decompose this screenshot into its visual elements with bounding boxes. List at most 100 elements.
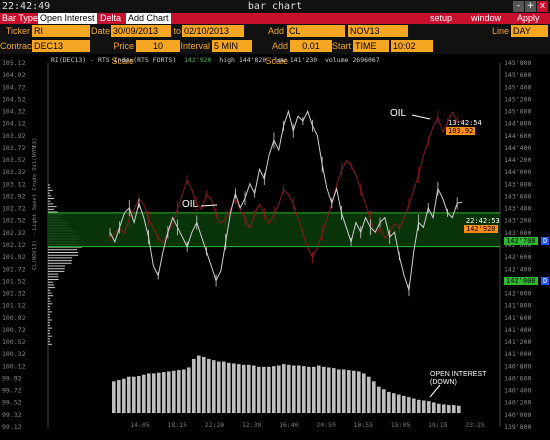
open-interest-bar — [217, 361, 221, 413]
right-axis-tick-label: 144'200 — [504, 156, 531, 164]
left-axis-tick-label: 104.52 — [2, 95, 26, 103]
open-interest-bar — [337, 369, 341, 413]
left-axis-tick-label: 100.12 — [2, 362, 26, 370]
open-interest-bar — [282, 364, 286, 413]
open-interest-bar — [187, 367, 191, 413]
date-from-input[interactable]: 30/09/2013 — [111, 25, 171, 37]
minimize-button[interactable]: - — [513, 1, 524, 12]
band-bottom-tag: 142'000 — [504, 277, 538, 285]
left-axis-tick-label: 99.12 — [2, 423, 22, 431]
left-axis-tick-label: 102.92 — [2, 192, 26, 200]
open-interest-bar — [292, 365, 296, 413]
open-interest-bar — [327, 367, 331, 413]
open-interest-bar — [297, 365, 301, 413]
open-interest-bar — [182, 369, 186, 413]
maximize-button[interactable]: + — [525, 1, 536, 12]
close-button[interactable]: x — [537, 1, 548, 12]
date-to-input[interactable]: 02/10/2013 — [182, 25, 244, 37]
open-interest-bar — [227, 362, 231, 413]
add-scale-input[interactable]: 0.01 — [290, 40, 332, 52]
title-bar[interactable]: 22:42:49 bar chart - + x — [0, 0, 550, 14]
start-select[interactable]: TIME — [353, 40, 389, 52]
open-interest-bar — [362, 373, 366, 413]
x-axis-tick-label: 20:50 — [316, 421, 336, 429]
left-axis-tick-label: 102.12 — [2, 241, 26, 249]
interval-select[interactable]: 5 MIN — [212, 40, 252, 52]
left-axis-tick-label: 102.72 — [2, 205, 26, 213]
left-axis-tick-label: 99.52 — [2, 399, 22, 407]
right-axis-tick-label: 143'000 — [504, 229, 531, 237]
open-interest-bar — [382, 389, 386, 413]
open-interest-bar — [152, 373, 156, 413]
chart-high: high 144'820 — [219, 56, 267, 64]
open-interest-bar — [112, 381, 116, 413]
rts-time-tag: 22:42:53 — [466, 217, 500, 225]
open-interest-bar — [447, 405, 451, 413]
open-interest-bar — [387, 391, 391, 413]
open-interest-bar — [157, 372, 161, 413]
settings-row-2: Contract DEC13 Price Scale 10 Interval 5… — [0, 39, 550, 66]
contract-select[interactable]: DEC13 — [32, 40, 90, 52]
chart-volume: volume 2696067 — [324, 56, 380, 64]
left-axis-tick-label: 104.92 — [2, 71, 26, 79]
open-interest-bar — [272, 366, 276, 413]
price-scale-input[interactable]: 10 — [136, 40, 180, 52]
open-interest-bar — [247, 364, 251, 413]
open-interest-bar — [307, 366, 311, 413]
x-axis-tick-label: 22:20 — [205, 421, 225, 429]
open-interest-bar — [422, 400, 426, 413]
menu-window[interactable]: window — [469, 13, 503, 24]
right-axis-tick-label: 141'000 — [504, 350, 531, 358]
tab-open-interest[interactable]: Open Interest — [38, 13, 97, 24]
start-time-input[interactable]: 10:02 — [391, 40, 433, 52]
tab-add-chart[interactable]: Add Chart — [126, 13, 171, 24]
left-axis-tick-label: 99.32 — [2, 411, 22, 419]
open-interest-bar — [167, 371, 171, 413]
open-interest-bar — [147, 373, 151, 413]
open-interest-bar — [317, 365, 321, 413]
open-interest-bar — [127, 376, 131, 413]
open-interest-bar — [207, 358, 211, 413]
oil-annotation-1: OIL — [390, 108, 407, 119]
left-axis-tick-label: 100.32 — [2, 350, 26, 358]
x-axis-tick-label: 18:15 — [167, 421, 187, 429]
left-axis-tick-label: 103.52 — [2, 156, 26, 164]
band-bottom-marker[interactable]: D — [541, 277, 550, 285]
band-top-marker[interactable]: D — [541, 237, 550, 245]
add-chart-select[interactable]: CL — [287, 25, 345, 37]
add-chart-contract-select[interactable]: NOV13 — [348, 25, 408, 37]
oil-time-tag: 13:42:54 — [448, 119, 482, 127]
right-axis-tick-label: 143'800 — [504, 180, 531, 188]
open-interest-bar — [262, 366, 266, 413]
right-axis-tick-label: 145'200 — [504, 95, 531, 103]
open-interest-bar — [267, 366, 271, 413]
x-axis-tick-label: 23:25 — [465, 421, 485, 429]
chart-low: low 141'230 — [274, 56, 318, 64]
left-axis-tick-label: 104.12 — [2, 120, 26, 128]
apply-button[interactable]: Apply — [515, 13, 542, 24]
open-interest-bar — [367, 376, 371, 413]
menu-setup[interactable]: setup — [428, 13, 454, 24]
line-select[interactable]: DAY — [511, 25, 548, 37]
open-interest-bar — [117, 380, 121, 413]
x-axis-tick-label: 15:05 — [391, 421, 411, 429]
open-interest-bar — [457, 405, 461, 413]
chart-header: RI(DEC13) - RTS Index(RTS FORTS) 142'920… — [51, 56, 380, 64]
open-interest-bar — [407, 397, 411, 413]
open-interest-bar — [302, 366, 306, 413]
chart-area[interactable]: 105.12 104.92 104.72 104.52 104.32 104.12 103.… — [0, 55, 550, 440]
right-axis-tick-label: 143'600 — [504, 192, 531, 200]
right-axis-tick-label: 139'800 — [504, 423, 531, 431]
menu-delta[interactable]: Delta — [98, 13, 123, 24]
open-interest-bar — [432, 402, 436, 413]
right-axis-tick-label: 142'400 — [504, 265, 531, 273]
settings-row-1: Ticker RI Date 30/09/2013 to 02/10/2013 … — [0, 24, 550, 51]
open-interest-bar — [122, 378, 126, 413]
menu-bar-type[interactable]: Bar Type — [0, 13, 40, 24]
ticker-input[interactable]: RI — [32, 25, 90, 37]
left-axis-tick-label: 99.92 — [2, 374, 22, 382]
open-interest-bar — [252, 365, 256, 413]
chart-symbol: RI(DEC13) - RTS Index(RTS FORTS) — [51, 56, 177, 64]
left-axis-tick-label: 99.72 — [2, 387, 22, 395]
left-axis-tick-label: 100.72 — [2, 326, 26, 334]
